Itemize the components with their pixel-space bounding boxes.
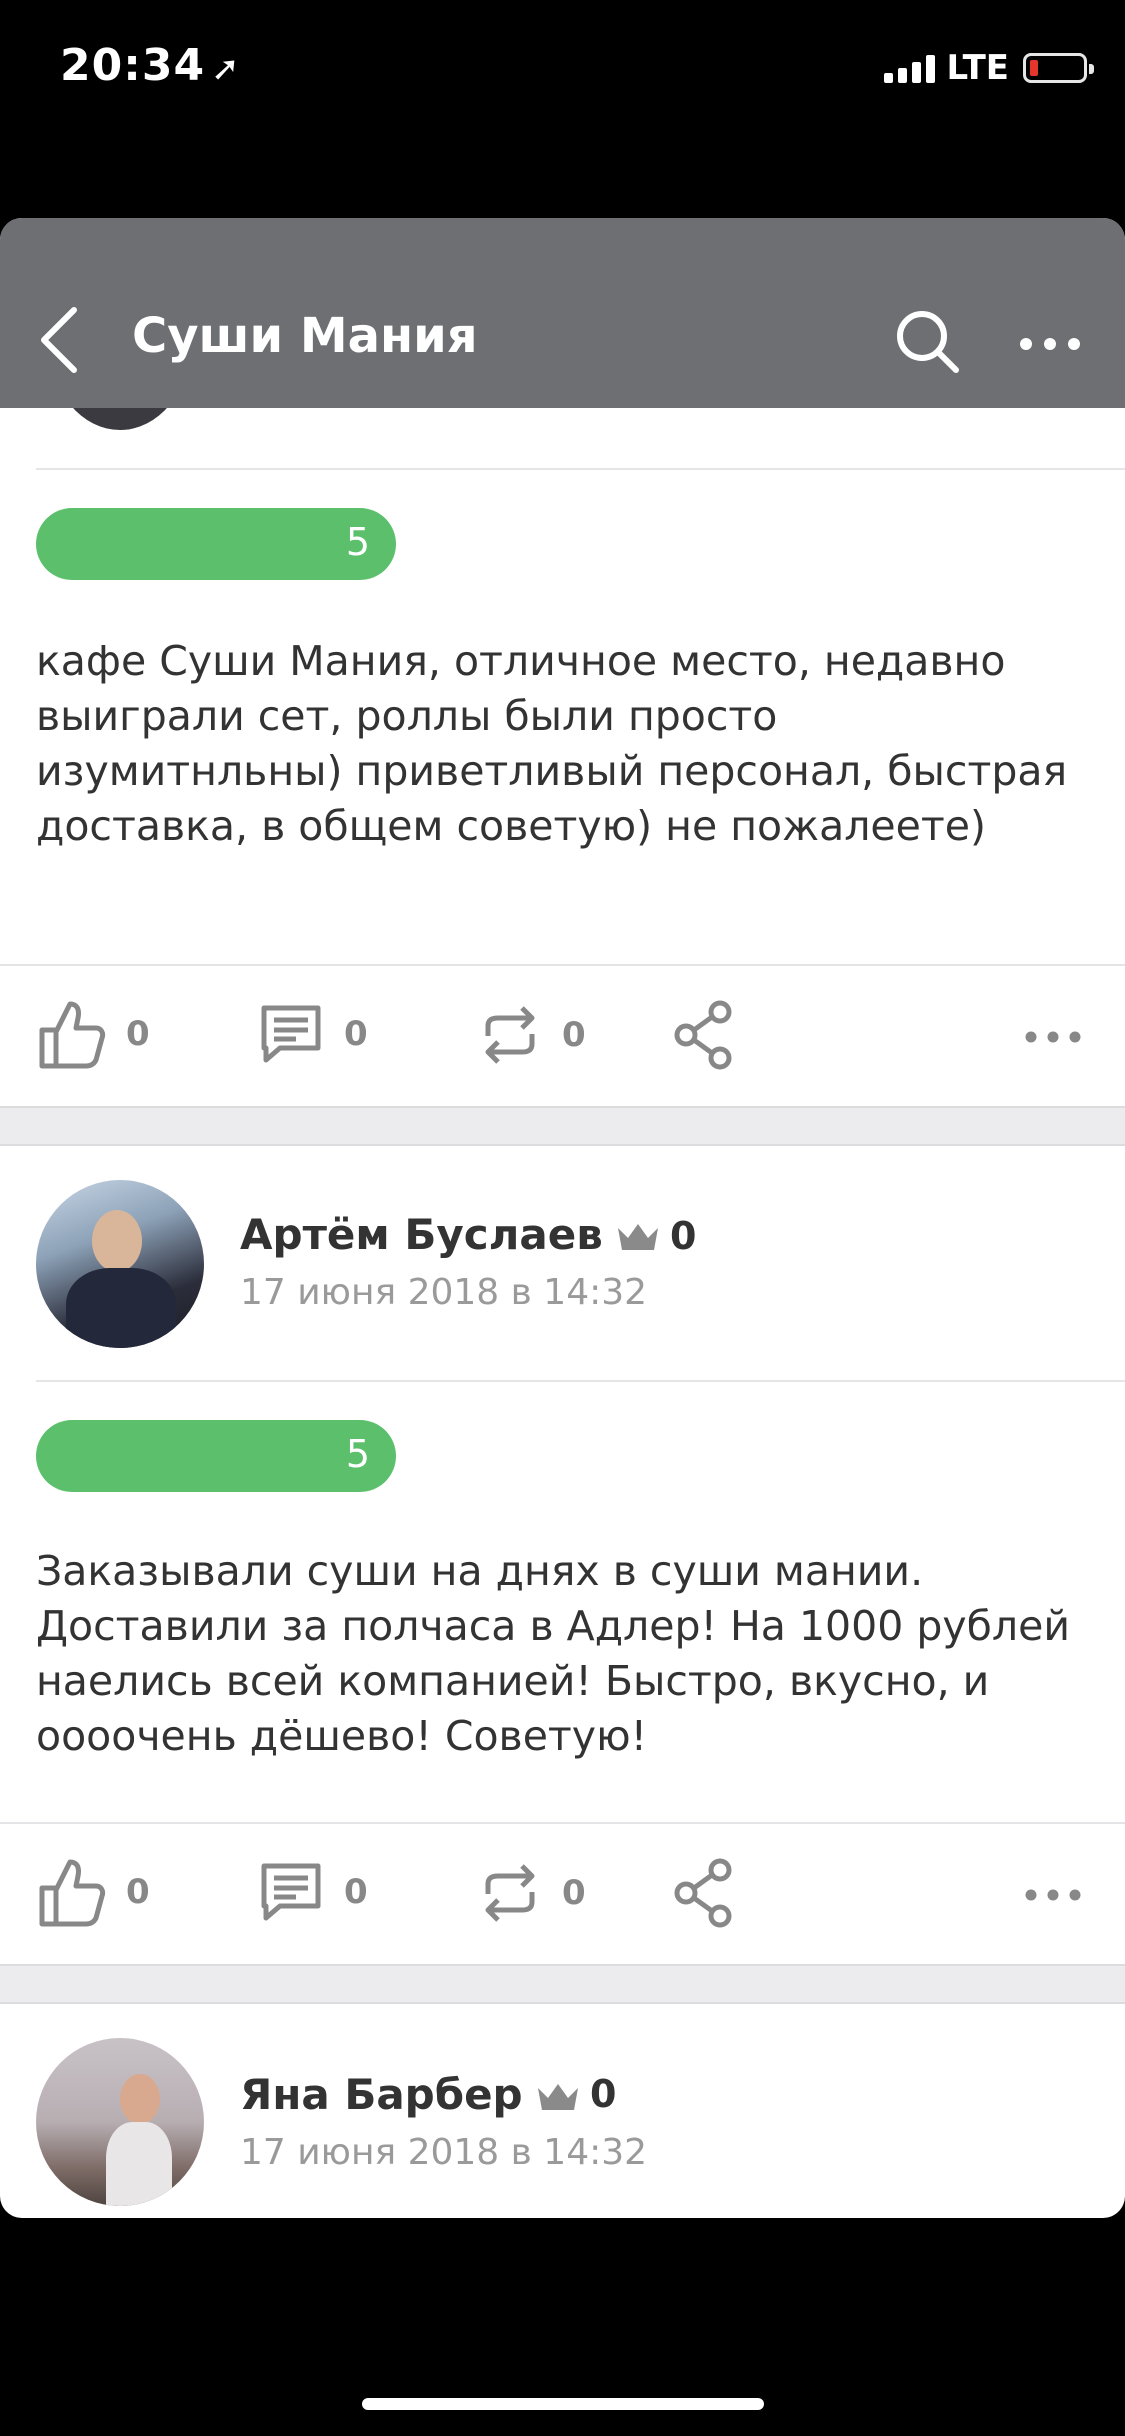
like-count: 0 [126,1014,150,1054]
comment-count: 0 [344,1014,368,1054]
more-horizontal-icon [1025,1889,1081,1901]
crown-icon [538,2084,578,2110]
status-indicators: LTE [883,48,1094,88]
page-title: Суши Мания [132,308,478,364]
rating-value: 5 [345,520,370,564]
rating-bar: 5 [36,1420,396,1492]
more-horizontal-icon [1020,338,1080,350]
crown-icon [618,1224,658,1250]
comment-icon [261,1005,321,1063]
review-text: кафе Суши Мания, отличное место, недавно… [36,637,1068,850]
comment-button[interactable]: 0 [258,1002,368,1066]
review-date: 17 июня 2018 в 14:32 [240,2132,648,2173]
share-button[interactable] [672,1858,736,1928]
chevron-left-icon [41,307,77,373]
repost-icon [485,1006,535,1064]
network-type: LTE [946,48,1009,88]
divider [0,964,1125,966]
location-arrow-icon: ➚ [211,49,241,89]
repost-button[interactable]: 0 [478,1000,586,1070]
comment-icon [261,1863,321,1921]
like-count: 0 [126,1872,150,1912]
more-horizontal-icon [1025,1031,1081,1043]
repost-count: 0 [562,1015,586,1055]
avatar[interactable] [36,1180,204,1348]
battery-icon [1023,53,1094,83]
repost-count: 0 [562,1873,586,1913]
rating-bar: 5 [36,508,396,580]
post-separator [0,1964,1125,2004]
karma-count: 0 [670,1214,697,1258]
author-name[interactable]: Артём Буслаев [240,1210,603,1259]
home-indicator[interactable] [362,2398,764,2410]
comment-count: 0 [344,1872,368,1912]
search-button[interactable] [892,306,962,376]
post-more-button[interactable] [1024,1022,1082,1052]
like-button[interactable]: 0 [36,998,150,1070]
author-name[interactable]: Яна Барбер [240,2070,523,2119]
back-button[interactable] [30,300,90,380]
like-button[interactable]: 0 [36,1856,150,1928]
post-separator [0,1106,1125,1146]
cellular-signal-icon [883,53,935,83]
review-text: Заказывали суши на днях в суши мании. До… [36,1547,1070,1760]
review-date: 17 июня 2018 в 14:32 [240,1272,648,1313]
share-icon [674,1000,732,1070]
avatar[interactable] [36,2038,204,2206]
karma-count: 0 [590,2072,617,2116]
repost-icon [485,1864,535,1922]
share-icon [674,1858,732,1928]
post-more-button[interactable] [1024,1880,1082,1910]
comment-button[interactable]: 0 [258,1860,368,1924]
status-time: 20:34 ➚ [60,40,241,91]
search-icon [897,311,959,373]
thumbs-up-icon [39,1859,106,1927]
divider [36,468,1125,470]
thumbs-up-icon [39,1001,106,1069]
rating-value: 5 [345,1432,370,1476]
divider [0,1822,1125,1824]
more-button[interactable] [1018,324,1082,364]
repost-button[interactable]: 0 [478,1858,586,1928]
divider [36,1380,1125,1382]
share-button[interactable] [672,1000,736,1070]
